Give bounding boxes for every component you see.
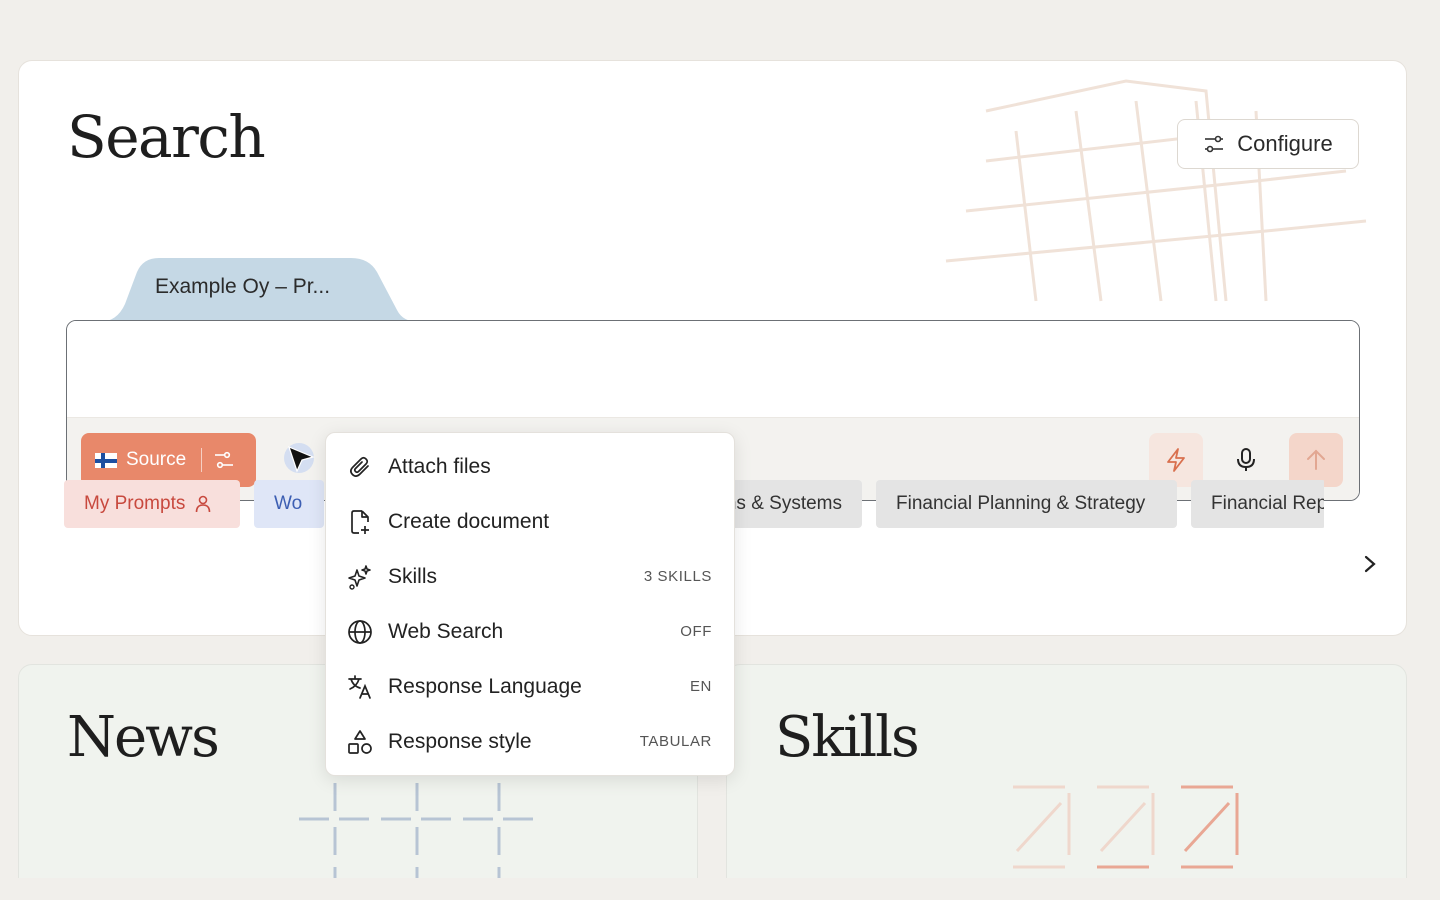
news-decoration [299,783,533,883]
chip-financial-planning-label: Financial Planning & Strategy [896,493,1146,514]
user-icon [196,495,211,513]
sliders-icon [1205,135,1224,153]
configure-label: Configure [1237,131,1333,156]
skills-decoration [1013,785,1239,869]
chip-workspace-label: Wo [274,493,303,514]
menu-item-label: Web Search [388,619,504,643]
send-button[interactable] [1289,433,1343,487]
chip-financial-reporting[interactable]: Financial Rep [1191,480,1324,528]
page-bottom-edge [0,878,1440,900]
menu-item-web-search[interactable]: Web Search OFF [326,604,734,659]
shapes-icon [346,728,374,756]
finland-flag-icon [95,452,117,468]
chip-financial-reporting-label: Financial Rep [1211,493,1324,514]
source-divider [201,448,203,472]
configure-button[interactable]: Configure [1177,119,1359,169]
menu-item-attach-files[interactable]: Attach files [326,439,734,494]
menu-item-response-language[interactable]: Response Language EN [326,659,734,714]
menu-item-label: Attach files [388,454,491,478]
skills-title: Skills [775,705,920,770]
chip-workspace[interactable]: Wo [254,480,324,528]
context-tab[interactable]: Example Oy – Pr... [99,258,419,322]
globe-icon [346,618,374,646]
grid-decoration [945,79,1367,302]
menu-item-value: EN [689,678,712,695]
chevron-right-icon[interactable] [1360,552,1380,576]
menu-item-label: Response style [388,729,532,753]
voice-input-button[interactable] [1219,433,1273,487]
context-tab-label: Example Oy – Pr... [155,275,331,298]
arrow-up-icon [1307,449,1325,470]
menu-item-label: Skills [388,564,438,588]
file-plus-icon [346,508,374,536]
sparkles-icon [346,563,374,591]
lightning-icon [1167,448,1185,472]
menu-item-value: TABULAR [639,733,712,750]
menu-item-response-style[interactable]: Response style TABULAR [326,714,734,769]
menu-item-create-document[interactable]: Create document [326,494,734,549]
quick-action-button[interactable] [1149,433,1203,487]
menu-item-value: OFF [680,623,712,640]
mouse-cursor-icon [284,443,315,473]
skills-card[interactable]: Skills [726,664,1407,900]
chip-my-prompts-label: My Prompts [84,493,186,514]
source-label: Source [126,449,187,470]
menu-item-label: Create document [388,509,550,533]
menu-item-value: 3 SKILLS [643,568,712,585]
chip-my-prompts[interactable]: My Prompts [64,480,240,528]
menu-item-label: Response Language [388,674,582,698]
page-title: Search [67,103,266,171]
translate-icon [346,673,374,701]
source-button[interactable]: Source [81,433,256,487]
source-settings-icon[interactable] [214,451,234,469]
chip-financial-planning[interactable]: Financial Planning & Strategy [876,480,1177,528]
prompt-input[interactable] [67,321,1359,417]
news-title: News [67,705,220,770]
composer-options-menu: Attach files Create document Skills 3 SK… [325,432,735,776]
paperclip-icon [346,453,374,481]
menu-item-skills[interactable]: Skills 3 SKILLS [326,549,734,604]
microphone-icon [1237,448,1255,471]
